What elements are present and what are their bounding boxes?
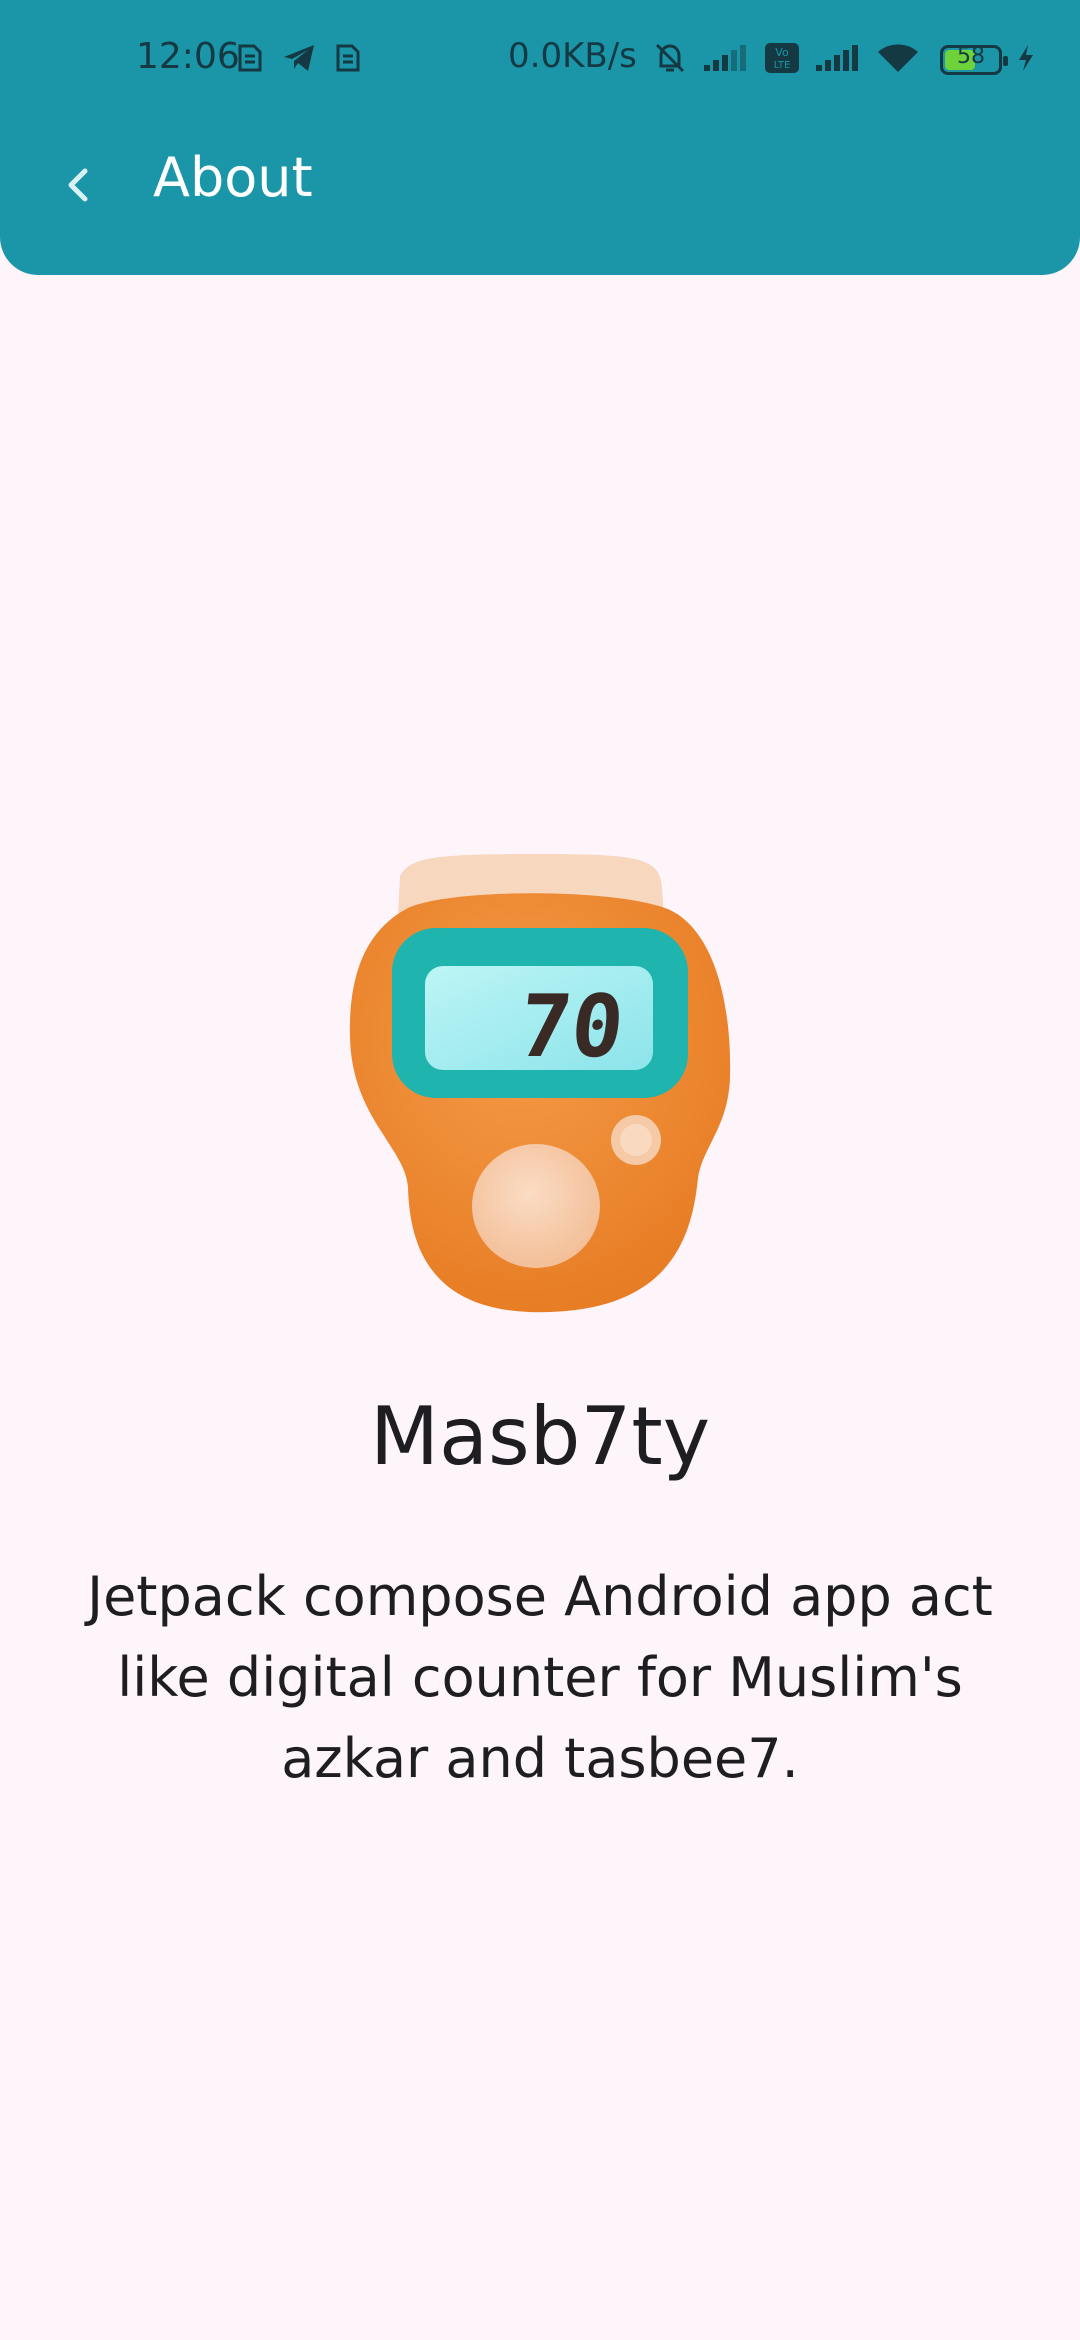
sim-card-icon: [236, 42, 264, 78]
status-time: 12:06: [136, 36, 240, 77]
app-name: Masb7ty: [369, 1390, 711, 1483]
volte-icon: Vo LTE: [764, 42, 800, 78]
status-right-icons: Vo LTE 58: [652, 40, 1036, 80]
telegram-icon: [282, 43, 316, 77]
battery-icon: 58: [940, 44, 1008, 75]
status-bar: 12:06 0.0KB/s Vo LTE 58: [0, 28, 1080, 92]
svg-text:LTE: LTE: [774, 60, 791, 71]
battery-percent: 58: [957, 44, 985, 69]
svg-text:Vo: Vo: [775, 46, 789, 59]
bell-off-icon: [652, 40, 688, 80]
app-bar: 12:06 0.0KB/s Vo LTE 58 About: [0, 0, 1080, 275]
app-description: Jetpack compose Android app act like dig…: [87, 1565, 993, 1790]
back-button[interactable]: [50, 150, 106, 220]
status-left-icons: [236, 42, 362, 78]
sim-card-icon: [334, 42, 362, 78]
signal-icon: [814, 43, 862, 77]
app-logo: 70: [340, 848, 740, 1328]
charging-icon: [1016, 43, 1036, 77]
network-speed: 0.0KB/s: [508, 36, 637, 76]
page-title: About: [153, 146, 313, 209]
counter-display: 70: [514, 977, 628, 1077]
signal-icon: [702, 43, 750, 77]
wifi-icon: [876, 42, 920, 78]
chevron-left-icon: [68, 168, 88, 202]
